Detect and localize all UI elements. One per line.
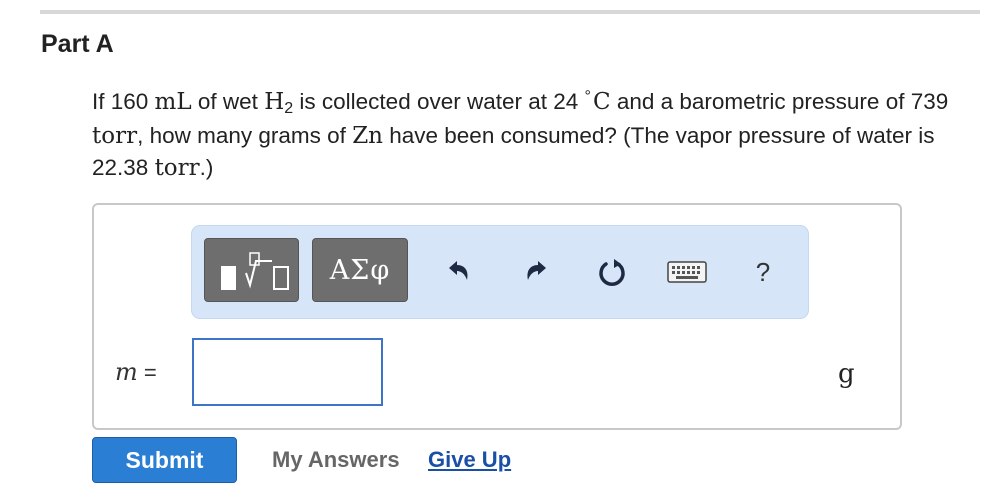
question-segment: of wet	[191, 89, 265, 114]
temperature-unit: C	[592, 89, 611, 115]
templates-button[interactable]	[204, 238, 299, 302]
reset-icon	[599, 259, 625, 286]
submit-button[interactable]: Submit	[92, 437, 237, 483]
keyboard-button[interactable]	[666, 252, 708, 292]
templates-icon	[221, 252, 289, 290]
question-segment: and a barometric pressure of 739	[610, 89, 949, 114]
gas-formula: H	[264, 89, 285, 115]
give-up-link[interactable]: Give Up	[428, 447, 511, 473]
my-answers-link[interactable]: My Answers	[272, 447, 400, 473]
question-text: If 160 mL of wet H2 is collected over wa…	[92, 86, 972, 184]
equals-sign: =	[137, 360, 157, 385]
volume-unit: mL	[154, 89, 192, 115]
part-title: Part A	[41, 30, 114, 58]
help-icon: ?	[755, 256, 771, 287]
pressure-unit: torr	[92, 123, 138, 149]
top-divider	[40, 10, 980, 14]
keyboard-icon	[667, 261, 707, 283]
math-toolbar: ΑΣφ ?	[191, 225, 809, 319]
degree-symbol: °	[584, 88, 591, 105]
redo-button[interactable]	[520, 252, 556, 292]
undo-button[interactable]	[439, 252, 475, 292]
answer-input[interactable]	[192, 338, 383, 406]
unit-label: g	[838, 359, 855, 389]
symbols-button[interactable]: ΑΣφ	[312, 238, 408, 302]
question-segment: .)	[199, 155, 214, 180]
question-segment: If 160	[92, 89, 155, 114]
question-segment: is collected over water at 24	[293, 89, 585, 114]
gas-subscript: 2	[284, 100, 294, 117]
metal-formula: Zn	[352, 123, 383, 149]
question-segment: , how many grams of	[137, 123, 353, 148]
pressure-unit: torr	[154, 155, 200, 181]
undo-icon	[449, 261, 468, 280]
variable-symbol: m	[115, 358, 138, 386]
reset-button[interactable]	[594, 252, 630, 292]
redo-icon	[527, 261, 546, 280]
help-button[interactable]: ?	[745, 252, 781, 292]
variable-label: m =	[115, 358, 157, 386]
